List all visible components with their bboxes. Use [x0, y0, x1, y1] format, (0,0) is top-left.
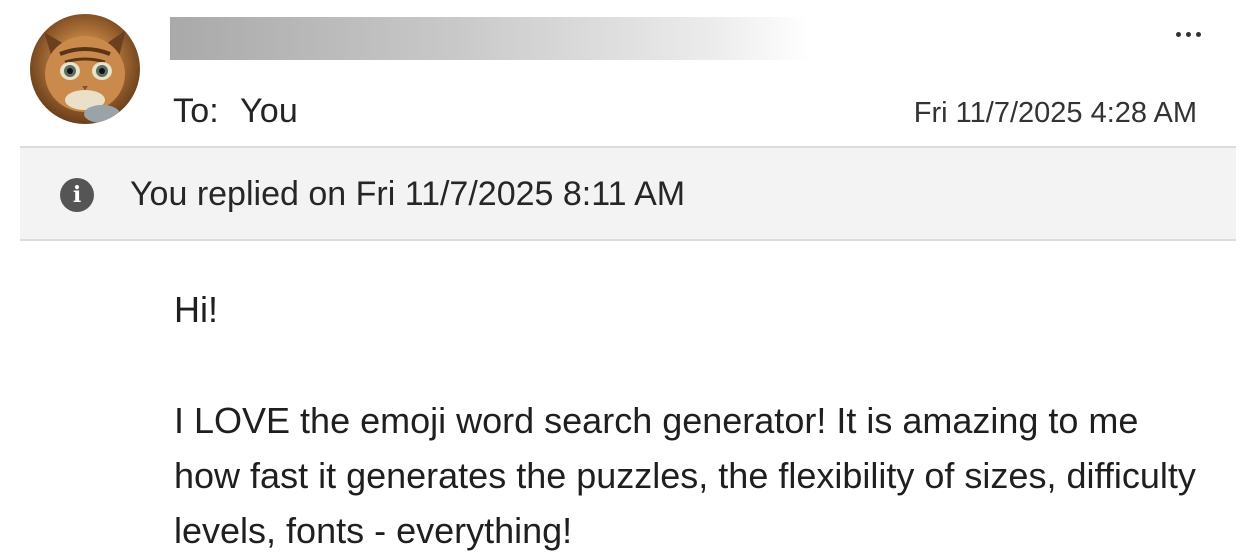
email-body: Hi! I LOVE the emoji word search generat…: [174, 282, 1204, 558]
email-date: Fri 11/7/2025 4:28 AM: [913, 97, 1197, 129]
info-icon: i: [60, 178, 94, 212]
body-paragraph: I LOVE the emoji word search generator! …: [174, 400, 1196, 551]
kitten-avatar-image: [44, 30, 126, 123]
recipient-name[interactable]: You: [240, 92, 298, 130]
recipient-line: To: You: [173, 92, 298, 131]
sender-name-redacted: [170, 17, 810, 60]
body-greeting: Hi!: [174, 289, 218, 330]
reply-info-text: You replied on Fri 11/7/2025 8:11 AM: [130, 175, 686, 213]
to-label: To:: [173, 92, 219, 130]
sender-avatar[interactable]: [30, 14, 140, 124]
reply-info-bar[interactable]: i You replied on Fri 11/7/2025 8:11 AM: [20, 146, 1236, 241]
more-dots-icon[interactable]: [1166, 20, 1210, 48]
